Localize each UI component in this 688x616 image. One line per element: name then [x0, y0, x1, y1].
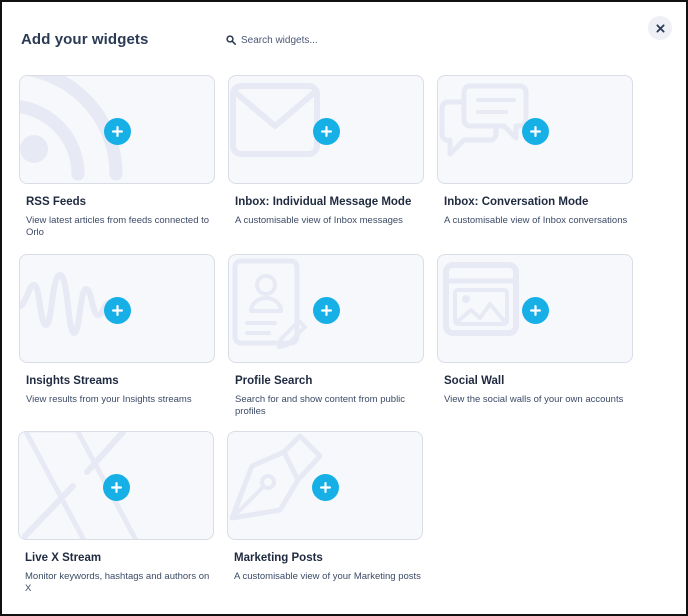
- search-bar[interactable]: [226, 32, 406, 48]
- widget-card-profile-search[interactable]: Profile Search Search for and show conte…: [228, 254, 424, 417]
- widget-thumbnail[interactable]: [227, 431, 423, 540]
- plus-icon: [111, 482, 122, 493]
- widget-description: View latest articles from feeds connecte…: [26, 215, 210, 238]
- search-icon: [226, 35, 236, 45]
- plus-icon: [530, 305, 541, 316]
- add-widget-button[interactable]: [103, 474, 130, 501]
- close-button[interactable]: [648, 16, 672, 40]
- widget-card-insights-streams[interactable]: Insights Streams View results from your …: [19, 254, 215, 405]
- widget-card-social-wall[interactable]: Social Wall View the social walls of you…: [437, 254, 633, 405]
- widget-description: Search for and show content from public …: [235, 394, 406, 417]
- widget-description: A customisable view of Inbox conversatio…: [444, 215, 628, 226]
- plus-icon: [321, 305, 332, 316]
- widget-name: Profile Search: [235, 375, 313, 387]
- widget-name: Inbox: Individual Message Mode: [235, 196, 412, 208]
- widget-thumbnail[interactable]: [228, 75, 424, 184]
- widget-name: Inbox: Conversation Mode: [444, 196, 589, 208]
- widget-thumbnail[interactable]: [18, 431, 214, 540]
- widget-thumbnail[interactable]: [228, 254, 424, 363]
- dialog-title: Add your widgets: [21, 31, 149, 48]
- widget-description: A customisable view of your Marketing po…: [234, 571, 421, 582]
- add-widget-button[interactable]: [313, 118, 340, 145]
- widget-thumbnail[interactable]: [19, 254, 215, 363]
- add-widget-button[interactable]: [104, 297, 131, 324]
- search-input[interactable]: [241, 34, 401, 46]
- add-widget-button[interactable]: [313, 297, 340, 324]
- widget-thumbnail[interactable]: [437, 254, 633, 363]
- widget-thumbnail[interactable]: [437, 75, 633, 184]
- close-icon: [655, 23, 665, 33]
- add-widget-button[interactable]: [104, 118, 131, 145]
- plus-icon: [112, 305, 123, 316]
- widget-description: Monitor keywords, hashtags and authors o…: [25, 571, 210, 594]
- widget-name: Marketing Posts: [234, 552, 323, 564]
- widget-name: Live X Stream: [25, 552, 102, 564]
- plus-icon: [112, 126, 123, 137]
- add-widget-button[interactable]: [522, 297, 549, 324]
- add-widget-button[interactable]: [522, 118, 549, 145]
- plus-icon: [320, 482, 331, 493]
- widget-name: Social Wall: [444, 375, 505, 387]
- widget-card-rss-feeds[interactable]: RSS Feeds View latest articles from feed…: [19, 75, 215, 238]
- widget-description: View the social walls of your own accoun…: [444, 394, 624, 405]
- widget-name: RSS Feeds: [26, 196, 87, 208]
- widget-card-inbox-conversation[interactable]: Inbox: Conversation Mode A customisable …: [437, 75, 633, 226]
- widget-card-inbox-individual[interactable]: Inbox: Individual Message Mode A customi…: [228, 75, 424, 226]
- add-widget-button[interactable]: [312, 474, 339, 501]
- plus-icon: [530, 126, 541, 137]
- widget-name: Insights Streams: [26, 375, 119, 387]
- plus-icon: [321, 126, 332, 137]
- widget-description: A customisable view of Inbox messages: [235, 215, 403, 226]
- add-widgets-dialog: Add your widgets Search widgets... RSS F…: [0, 0, 688, 616]
- widget-card-live-x-stream[interactable]: Live X Stream Monitor keywords, hashtags…: [18, 431, 214, 594]
- widget-card-marketing-posts[interactable]: Marketing Posts A customisable view of y…: [227, 431, 423, 582]
- widget-description: View results from your Insights streams: [26, 394, 192, 405]
- widget-thumbnail[interactable]: [19, 75, 215, 184]
